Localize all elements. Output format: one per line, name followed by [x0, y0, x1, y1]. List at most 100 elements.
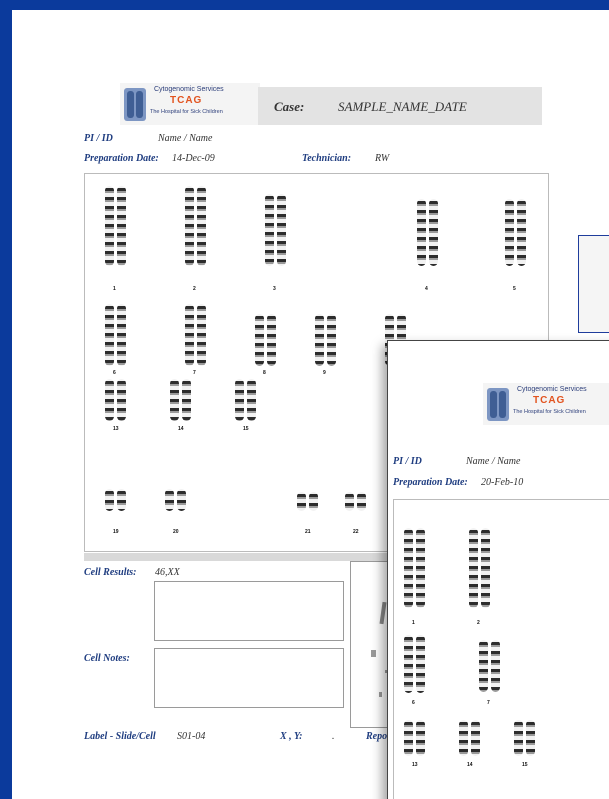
chromosome — [177, 489, 186, 511]
report-label: Repo — [366, 731, 388, 742]
chromosome-number: 15 — [243, 426, 249, 432]
chromosome-number: 20 — [173, 529, 179, 535]
chromosome-number: 14 — [467, 762, 473, 768]
chromosome — [185, 304, 194, 366]
chromosome — [416, 528, 425, 608]
chromosome — [345, 492, 354, 511]
logo-line-2: TCAG — [533, 395, 566, 406]
chromosome — [255, 314, 264, 366]
chromosome-logo-icon — [124, 88, 146, 121]
chromosome — [471, 720, 480, 756]
chromosome — [404, 720, 413, 756]
chromosome — [117, 379, 126, 421]
chromosome — [404, 635, 413, 693]
cell-results-label: Cell Results: — [84, 567, 137, 578]
chromosome — [277, 194, 286, 266]
prep-date-value: 14-Dec-09 — [172, 153, 215, 164]
tcag-logo: Cytogenomic Services TCAG The Hospital f… — [120, 83, 260, 125]
prep-date-value: 20-Feb-10 — [481, 477, 524, 488]
chromosome — [526, 720, 535, 756]
logo-line-3: The Hospital for Sick Children — [150, 109, 223, 115]
karyogram-panel: 1 2 6 7 13 14 15 — [393, 499, 609, 799]
slide-canvas: Cytogenomic Services TCAG The Hospital f… — [12, 10, 609, 799]
chromosome-number: 5 — [513, 286, 516, 292]
label-slide-label: Label - Slide/Cell — [84, 731, 156, 742]
metaphase-chromosome — [371, 650, 376, 657]
chromosome — [247, 379, 256, 421]
chromosome — [514, 720, 523, 756]
chromosome — [197, 186, 206, 266]
cell-results-box — [154, 581, 344, 641]
prep-date-label: Preparation Date: — [393, 477, 468, 488]
chromosome — [327, 314, 336, 366]
chromosome — [197, 304, 206, 366]
chromosome — [505, 199, 514, 266]
chromosome-number: 6 — [412, 700, 415, 706]
chromosome — [117, 186, 126, 266]
chromosome-number: 13 — [412, 762, 418, 768]
logo-line-2: TCAG — [170, 95, 203, 106]
chromosome-number: 2 — [477, 620, 480, 626]
logo-line-1: Cytogenomic Services — [154, 86, 224, 93]
chromosome — [235, 379, 244, 421]
chromosome — [481, 528, 490, 608]
chromosome — [105, 186, 114, 266]
chromosome — [479, 640, 488, 692]
chromosome-number: 1 — [113, 286, 116, 292]
tcag-logo: Cytogenomic Services TCAG The Hospital f… — [483, 383, 609, 425]
chromosome — [297, 492, 306, 511]
xy-label: X , Y: — [280, 731, 303, 742]
chromosome-number: 3 — [273, 286, 276, 292]
logo-line-3: The Hospital for Sick Children — [513, 409, 586, 415]
chromosome-number: 13 — [113, 426, 119, 432]
metaphase-chromosome — [379, 692, 382, 697]
chromosome-number: 7 — [193, 370, 196, 376]
chromosome — [165, 489, 174, 511]
pi-label: PI / ID — [84, 133, 113, 144]
chromosome — [170, 379, 179, 421]
chromosome — [117, 489, 126, 511]
chromosome-number: 8 — [263, 370, 266, 376]
chromosome-number: 15 — [522, 762, 528, 768]
chromosome — [315, 314, 324, 366]
xy-value: . — [332, 731, 335, 742]
chromosome — [185, 186, 194, 266]
pi-value: Name / Name — [158, 133, 213, 144]
chromosome — [265, 194, 274, 266]
pi-label: PI / ID — [393, 456, 422, 467]
chromosome-number: 14 — [178, 426, 184, 432]
metaphase-chromosome — [379, 601, 387, 625]
technician-value: RW — [375, 153, 390, 164]
chromosome — [182, 379, 191, 421]
chromosome-number: 6 — [113, 370, 116, 376]
chromosome-number: 19 — [113, 529, 119, 535]
chromosome-number: 21 — [305, 529, 311, 535]
chromosome — [309, 492, 318, 511]
chromosome-number: 22 — [353, 529, 359, 535]
chromosome-number: 2 — [193, 286, 196, 292]
chromosome — [417, 199, 426, 266]
chromosome — [429, 199, 438, 266]
prep-date-label: Preparation Date: — [84, 153, 159, 164]
label-slide-value: S01-04 — [177, 731, 206, 742]
chromosome — [469, 528, 478, 608]
logo-line-1: Cytogenomic Services — [517, 386, 587, 393]
outlined-callout-box — [578, 235, 609, 333]
cell-notes-box — [154, 648, 344, 708]
case-value: SAMPLE_NAME_DATE — [338, 99, 467, 114]
chromosome — [459, 720, 468, 756]
chromosome — [105, 379, 114, 421]
pi-value: Name / Name — [466, 456, 521, 467]
chromosome — [416, 635, 425, 693]
chromosome — [105, 304, 114, 366]
chromosome-logo-icon — [487, 388, 509, 421]
chromosome — [416, 720, 425, 756]
cell-results-value: 46,XX — [155, 567, 180, 578]
case-header: Case: SAMPLE_NAME_DATE — [258, 87, 542, 125]
chromosome — [517, 199, 526, 266]
chromosome-number: 4 — [425, 286, 428, 292]
cell-notes-label: Cell Notes: — [84, 653, 130, 664]
chromosome-number: 1 — [412, 620, 415, 626]
technician-label: Technician: — [302, 153, 352, 164]
chromosome-number: 9 — [323, 370, 326, 376]
